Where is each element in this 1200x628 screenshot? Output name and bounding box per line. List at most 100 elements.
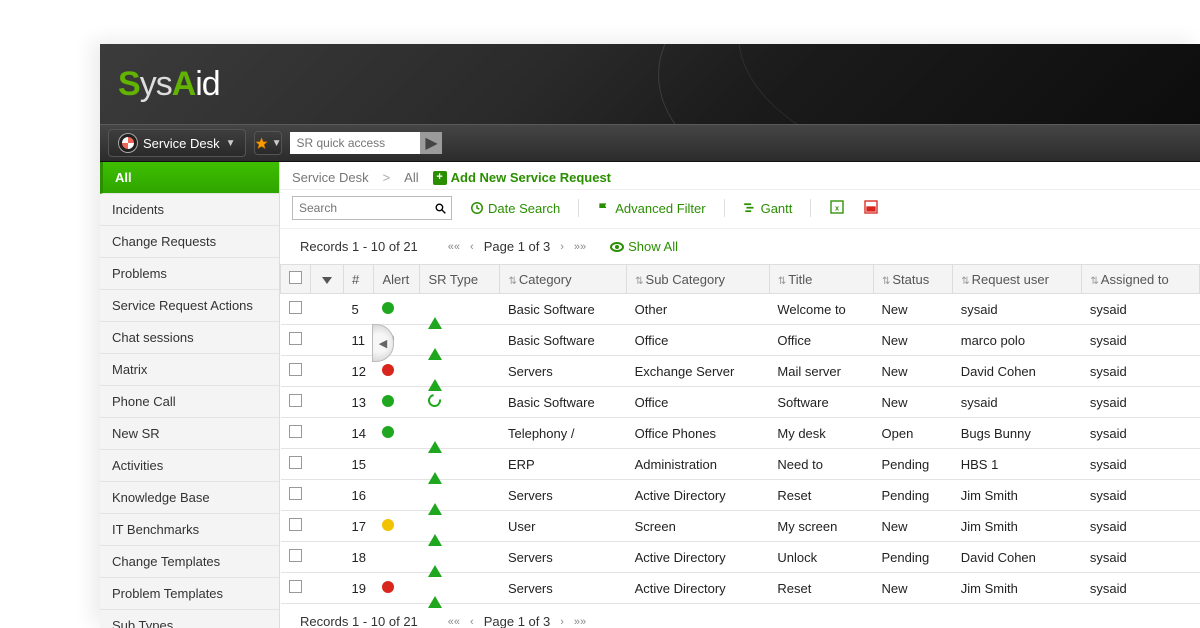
- next-page-button[interactable]: ›: [560, 616, 564, 628]
- export-pdf-button[interactable]: [863, 199, 879, 218]
- cell-num: 13: [344, 387, 374, 418]
- sidebar-item-problems[interactable]: Problems: [100, 258, 279, 290]
- sr-quick-access-go-button[interactable]: ▶: [420, 132, 442, 154]
- first-page-button[interactable]: ««: [448, 616, 460, 628]
- sidebar-item-activities[interactable]: Activities: [100, 450, 279, 482]
- show-all-link[interactable]: Show All: [610, 239, 678, 254]
- select-all-checkbox[interactable]: [289, 271, 302, 284]
- service-desk-dropdown[interactable]: Service Desk ▼: [108, 129, 246, 157]
- row-checkbox[interactable]: [289, 456, 302, 469]
- cell-status: Pending: [874, 449, 953, 480]
- table-row[interactable]: 19ServersActive DirectoryResetNewJim Smi…: [281, 573, 1200, 604]
- filter-icon[interactable]: [322, 277, 332, 284]
- sidebar-item-service-request-actions[interactable]: Service Request Actions: [100, 290, 279, 322]
- cell-assigned-to: sysaid: [1082, 325, 1200, 356]
- sidebar-item-change-templates[interactable]: Change Templates: [100, 546, 279, 578]
- row-checkbox[interactable]: [289, 363, 302, 376]
- col-request-user[interactable]: ⇅Request user: [953, 265, 1082, 294]
- cell-category: Servers: [500, 542, 627, 573]
- table-row[interactable]: 14Telephony /Office PhonesMy deskOpenBug…: [281, 418, 1200, 449]
- col-category[interactable]: ⇅Category: [500, 265, 627, 294]
- main-panel: Service Desk > All + Add New Service Req…: [280, 162, 1200, 628]
- favorites-dropdown[interactable]: ▼: [254, 131, 282, 155]
- cell-assigned-to: sysaid: [1082, 542, 1200, 573]
- search-icon[interactable]: [430, 202, 451, 215]
- row-checkbox[interactable]: [289, 487, 302, 500]
- row-checkbox[interactable]: [289, 332, 302, 345]
- sidebar-item-it-benchmarks[interactable]: IT Benchmarks: [100, 514, 279, 546]
- cell-srtype: [420, 449, 500, 480]
- col-alert[interactable]: Alert: [374, 265, 420, 294]
- row-checkbox[interactable]: [289, 549, 302, 562]
- table-row[interactable]: 18ServersActive DirectoryUnlockPendingDa…: [281, 542, 1200, 573]
- table-row[interactable]: 11Basic SoftwareOfficeOfficeNewmarco pol…: [281, 325, 1200, 356]
- sidebar-item-all[interactable]: All: [100, 162, 279, 194]
- col-title[interactable]: ⇅Title: [769, 265, 873, 294]
- cell-status: Open: [874, 418, 953, 449]
- cell-category: Basic Software: [500, 387, 627, 418]
- sidebar-item-new-sr[interactable]: New SR: [100, 418, 279, 450]
- cell-subcategory: Active Directory: [627, 480, 770, 511]
- last-page-button[interactable]: »»: [574, 241, 586, 253]
- sidebar-item-matrix[interactable]: Matrix: [100, 354, 279, 386]
- sidebar-item-change-requests[interactable]: Change Requests: [100, 226, 279, 258]
- table-row[interactable]: 17UserScreenMy screenNewJim Smithsysaid: [281, 511, 1200, 542]
- cell-category: Servers: [500, 356, 627, 387]
- last-page-button[interactable]: »»: [574, 616, 586, 628]
- filter-bar: Date Search Advanced Filter Gantt x: [280, 190, 1200, 229]
- warning-icon: [428, 426, 442, 453]
- service-desk-label: Service Desk: [143, 136, 220, 151]
- next-page-button[interactable]: ›: [560, 241, 564, 253]
- sidebar-item-incidents[interactable]: Incidents: [100, 194, 279, 226]
- cell-title: My screen: [769, 511, 873, 542]
- col-status[interactable]: ⇅Status: [874, 265, 953, 294]
- alert-dot-red: [382, 581, 394, 593]
- sidebar-item-sub-types[interactable]: Sub Types: [100, 610, 279, 628]
- add-new-service-request[interactable]: + Add New Service Request: [433, 170, 611, 185]
- warning-icon: [428, 302, 442, 329]
- prev-page-button[interactable]: ‹: [470, 616, 474, 628]
- table-row[interactable]: 5Basic SoftwareOtherWelcome toNewsysaids…: [281, 294, 1200, 325]
- row-checkbox[interactable]: [289, 518, 302, 531]
- advanced-filter-link[interactable]: Advanced Filter: [597, 201, 705, 216]
- sidebar-item-knowledge-base[interactable]: Knowledge Base: [100, 482, 279, 514]
- search-box: [292, 196, 452, 220]
- pager-top: Records 1 - 10 of 21 «« ‹ Page 1 of 3 › …: [280, 229, 1200, 264]
- records-range: Records 1 - 10 of 21: [300, 239, 418, 254]
- date-search-label: Date Search: [488, 201, 560, 216]
- warning-icon: [428, 364, 442, 391]
- cell-request-user: sysaid: [953, 387, 1082, 418]
- sidebar-item-chat-sessions[interactable]: Chat sessions: [100, 322, 279, 354]
- prev-page-button[interactable]: ‹: [470, 241, 474, 253]
- cell-assigned-to: sysaid: [1082, 573, 1200, 604]
- row-checkbox[interactable]: [289, 301, 302, 314]
- sr-quick-access-input[interactable]: [290, 132, 420, 154]
- col-subcategory[interactable]: ⇅Sub Category: [627, 265, 770, 294]
- cell-assigned-to: sysaid: [1082, 387, 1200, 418]
- col-srtype[interactable]: SR Type: [420, 265, 500, 294]
- table-row[interactable]: 16ServersActive DirectoryResetPendingJim…: [281, 480, 1200, 511]
- sidebar-item-phone-call[interactable]: Phone Call: [100, 386, 279, 418]
- cell-status: New: [874, 387, 953, 418]
- row-checkbox[interactable]: [289, 580, 302, 593]
- cell-category: Servers: [500, 573, 627, 604]
- sidebar-item-problem-templates[interactable]: Problem Templates: [100, 578, 279, 610]
- table-row[interactable]: 13Basic SoftwareOfficeSoftwareNewsysaids…: [281, 387, 1200, 418]
- breadcrumb-root[interactable]: Service Desk: [292, 170, 369, 185]
- cell-request-user: marco polo: [953, 325, 1082, 356]
- cell-request-user: David Cohen: [953, 356, 1082, 387]
- col-num[interactable]: #: [344, 265, 374, 294]
- row-checkbox[interactable]: [289, 425, 302, 438]
- cell-status: New: [874, 294, 953, 325]
- gantt-link[interactable]: Gantt: [743, 201, 793, 216]
- first-page-button[interactable]: ««: [448, 241, 460, 253]
- search-input[interactable]: [293, 201, 430, 215]
- table-row[interactable]: 12ServersExchange ServerMail serverNewDa…: [281, 356, 1200, 387]
- chevron-down-icon: ▼: [272, 138, 282, 149]
- table-row[interactable]: 15ERPAdministrationNeed toPendingHBS 1sy…: [281, 449, 1200, 480]
- export-excel-button[interactable]: x: [829, 199, 845, 218]
- cell-subcategory: Active Directory: [627, 542, 770, 573]
- date-search-link[interactable]: Date Search: [470, 201, 560, 216]
- row-checkbox[interactable]: [289, 394, 302, 407]
- col-assigned-to[interactable]: ⇅Assigned to: [1082, 265, 1200, 294]
